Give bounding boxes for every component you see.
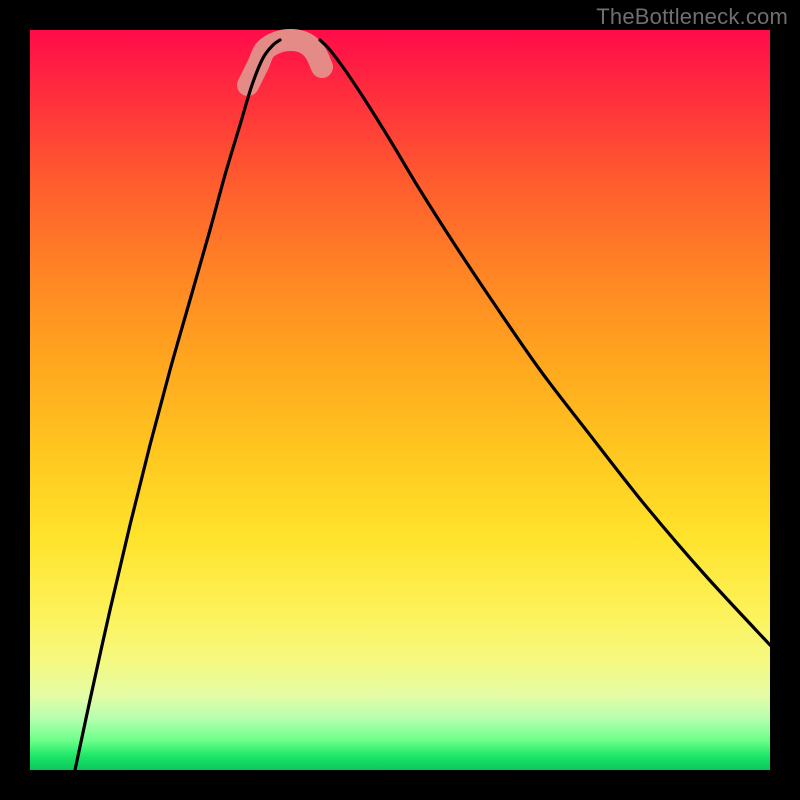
left-curve [75, 40, 280, 770]
plot-area [30, 30, 770, 770]
watermark-label: TheBottleneck.com [596, 4, 788, 30]
right-curve [320, 40, 770, 645]
chart-frame: TheBottleneck.com [0, 0, 800, 800]
curve-layer [30, 30, 770, 770]
